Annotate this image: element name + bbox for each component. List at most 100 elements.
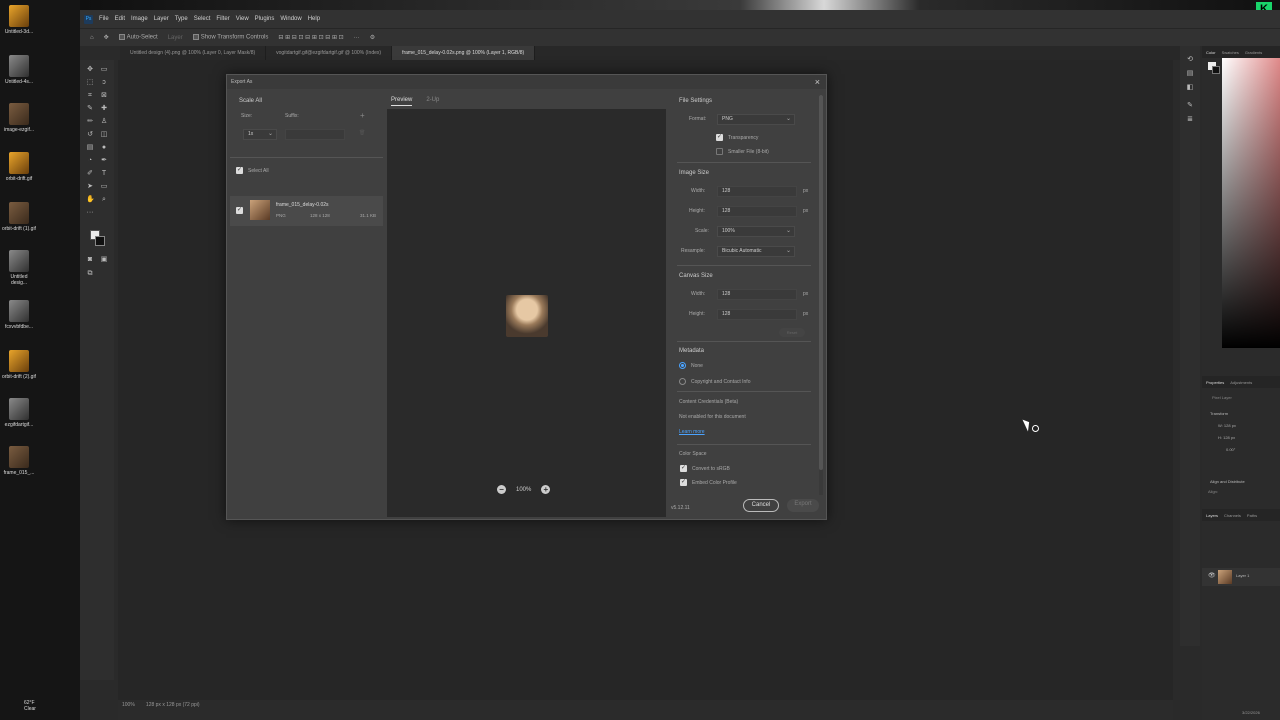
smaller-file-checkbox[interactable]	[716, 148, 723, 155]
gradient-tool-icon[interactable]: ▤	[86, 144, 94, 152]
adjust-panel-icon[interactable]: ≣	[1186, 116, 1194, 124]
settings-icon[interactable]: ⚙	[370, 34, 375, 41]
desktop-icon[interactable]: frame_015_...	[2, 446, 36, 476]
tab-2-up[interactable]: 2-Up	[426, 97, 439, 106]
hand-tool-icon[interactable]: ✋	[86, 196, 95, 204]
reset-button[interactable]: Reset	[779, 328, 805, 337]
zoom-in-icon[interactable]: +	[541, 485, 551, 494]
desktop-icon[interactable]: orbit-drift (1).gif	[2, 202, 36, 232]
zoom-tool-icon[interactable]: ⌕	[100, 196, 108, 204]
canvas-width-input[interactable]: 128	[717, 289, 797, 300]
layer-row[interactable]: 👁 Layer 1	[1202, 568, 1280, 586]
transform-height[interactable]: H: 128 px	[1218, 435, 1235, 440]
tab-document-2[interactable]: vogitdartgif.gif@ezgifdartgif.gif @ 100%…	[266, 46, 393, 60]
convert-srgb-checkbox[interactable]: ✓	[680, 465, 687, 472]
menu-window[interactable]: Window	[280, 16, 301, 22]
select-all-checkbox[interactable]: ✓	[236, 167, 243, 174]
asset-item[interactable]: ✓ frame_015_delay-0.02s PNG 128 x 128 31…	[230, 196, 383, 226]
image-height-input[interactable]: 128	[717, 206, 797, 217]
tab-adjustments[interactable]: Adjustments	[1230, 380, 1252, 385]
delete-scale-icon[interactable]: 🗑	[359, 130, 365, 136]
selection-tool-icon[interactable]: ➤	[86, 183, 94, 191]
menu-layer[interactable]: Layer	[154, 16, 169, 22]
blur-tool-icon[interactable]: ●	[100, 144, 108, 152]
tab-paths[interactable]: Paths	[1247, 513, 1257, 518]
menu-edit[interactable]: Edit	[115, 16, 125, 22]
tab-properties[interactable]: Properties	[1206, 380, 1224, 385]
menu-type[interactable]: Type	[175, 16, 188, 22]
brush-panel-icon[interactable]: ✎	[1186, 102, 1194, 110]
weather-widget[interactable]: 62°F Clear	[24, 700, 36, 712]
transform-width[interactable]: W: 128 px	[1218, 423, 1236, 428]
move-tool-icon[interactable]: ✥	[104, 34, 109, 41]
metadata-none-radio[interactable]	[679, 362, 686, 369]
type-tool-icon[interactable]: T	[100, 170, 108, 178]
menu-filter[interactable]: Filter	[216, 16, 229, 22]
auto-select-checkbox[interactable]: Auto-Select	[118, 34, 158, 41]
asset-checkbox[interactable]: ✓	[236, 207, 243, 214]
learn-more-link[interactable]: Learn more	[679, 429, 705, 435]
menu-plugins[interactable]: Plugins	[255, 16, 275, 22]
add-scale-icon[interactable]: +	[360, 111, 365, 120]
eyedropper-tool-icon[interactable]: ✎	[86, 105, 94, 113]
menu-select[interactable]: Select	[194, 16, 211, 22]
format-select[interactable]: PNG ⌄	[717, 114, 795, 125]
edit-toolbar-icon[interactable]: ⧉	[86, 270, 94, 278]
close-icon[interactable]: ×	[815, 75, 820, 89]
tab-gradients[interactable]: Gradients	[1245, 50, 1262, 55]
metadata-copyright-radio[interactable]	[679, 378, 686, 385]
desktop-icon[interactable]: image-ezgif...	[2, 103, 36, 133]
tab-document-3[interactable]: frame_015_delay-0.02s.png @ 100% (Layer …	[392, 46, 536, 60]
healing-tool-icon[interactable]: ✚	[100, 105, 108, 113]
settings-scrollbar[interactable]	[819, 95, 823, 495]
marquee-tool-icon[interactable]: ⬚	[86, 79, 94, 87]
background-color-swatch[interactable]	[95, 236, 105, 246]
menu-file[interactable]: File	[99, 16, 109, 22]
desktop-icon[interactable]: orbit-drift (2).gif	[2, 350, 36, 380]
stamp-tool-icon[interactable]: ♙	[100, 118, 108, 126]
history-panel-icon[interactable]: ⟲	[1186, 56, 1194, 64]
menu-image[interactable]: Image	[131, 16, 148, 22]
artboard-tool-icon[interactable]: ▭	[100, 66, 108, 74]
desktop-icon[interactable]: ezgifdartgif...	[2, 398, 36, 428]
zoom-level[interactable]: 100%	[122, 702, 135, 708]
desktop-icon[interactable]: Untitled-3d...	[2, 5, 36, 35]
layer-dropdown[interactable]: Layer	[168, 35, 183, 41]
frame-tool-icon[interactable]: ⊠	[100, 92, 108, 100]
transform-angle[interactable]: 0.00°	[1226, 447, 1235, 452]
scale-size-select[interactable]: 1x ⌄	[243, 129, 277, 140]
desktop-icon[interactable]: Untitled desig...	[2, 250, 36, 286]
desktop-icon[interactable]: fcxvvbfdbe...	[2, 300, 36, 330]
more-options-icon[interactable]: ···	[354, 35, 360, 41]
bg-color-chip[interactable]	[1212, 66, 1220, 74]
show-transform-checkbox[interactable]: Show Transform Controls	[192, 34, 268, 41]
visibility-eye-icon[interactable]: 👁	[1208, 572, 1216, 579]
transparency-checkbox[interactable]: ✓	[716, 134, 723, 141]
shape-tool-icon[interactable]: ▭	[100, 183, 108, 191]
scale-select[interactable]: 100% ⌄	[717, 226, 795, 237]
tab-channels[interactable]: Channels	[1224, 513, 1241, 518]
more-tools-icon[interactable]: ···	[86, 209, 94, 217]
cancel-button[interactable]: Cancel	[743, 499, 779, 512]
align-icons[interactable]: ⊟ ⊞ ⊟ ⊡ ⊟ ⊞ ⊡ ⊟ ⊞ ⊡	[278, 34, 343, 41]
tab-preview[interactable]: Preview	[391, 97, 413, 106]
tab-layers[interactable]: Layers	[1206, 513, 1218, 518]
quick-mask-icon[interactable]: ◙	[86, 256, 94, 264]
desktop-icon[interactable]: orbit-drift.gif	[2, 152, 36, 182]
history-brush-icon[interactable]: ↺	[86, 131, 94, 139]
resample-select[interactable]: Bicubic Automatic ⌄	[717, 246, 795, 257]
brush-tool-icon[interactable]: ✏	[86, 118, 94, 126]
dodge-tool-icon[interactable]: ◔	[86, 157, 94, 165]
desktop-icon[interactable]: Untitled-4s...	[2, 55, 36, 85]
path-tool-icon[interactable]: ✐	[86, 170, 94, 178]
comments-panel-icon[interactable]: ▤	[1186, 70, 1194, 78]
tab-swatches[interactable]: Swatches	[1222, 50, 1239, 55]
tab-color[interactable]: Color	[1206, 50, 1216, 55]
menu-view[interactable]: View	[236, 16, 249, 22]
canvas-height-input[interactable]: 128	[717, 309, 797, 320]
screen-mode-icon[interactable]: ▣	[100, 256, 108, 264]
swatches-panel-icon[interactable]: ◧	[1186, 84, 1194, 92]
menu-help[interactable]: Help	[308, 16, 320, 22]
embed-profile-checkbox[interactable]: ✓	[680, 479, 687, 486]
color-picker-field[interactable]	[1222, 58, 1280, 348]
